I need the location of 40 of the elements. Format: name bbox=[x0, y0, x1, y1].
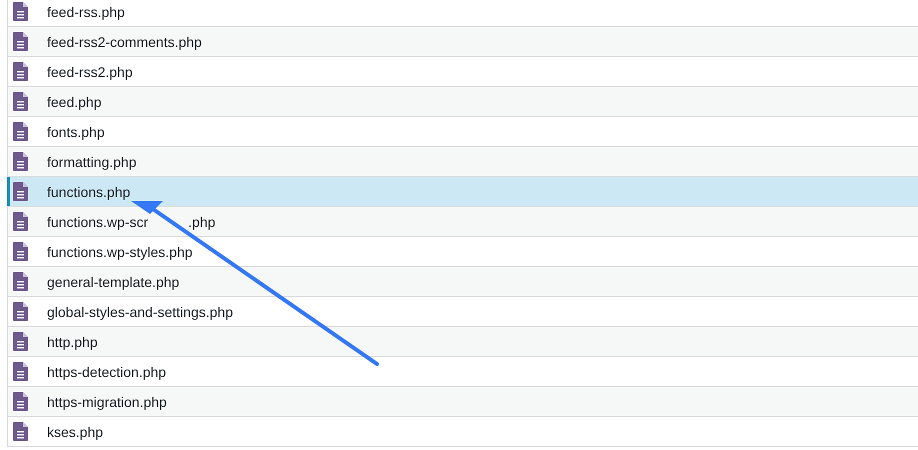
file-row[interactable]: https-migration.php bbox=[8, 387, 918, 417]
file-row[interactable]: feed-rss2-comments.php bbox=[8, 27, 918, 57]
file-name: feed.php bbox=[47, 94, 102, 110]
file-name: functions.php bbox=[47, 184, 130, 200]
file-name: feed-rss2-comments.php bbox=[47, 34, 202, 50]
file-name: functions.wp-scr bbox=[47, 214, 148, 230]
document-icon bbox=[13, 182, 28, 201]
document-icon bbox=[13, 302, 28, 321]
document-icon bbox=[13, 332, 28, 351]
document-icon bbox=[13, 212, 28, 231]
file-name: kses.php bbox=[47, 424, 104, 440]
file-row[interactable]: general-template.php bbox=[8, 267, 918, 297]
document-icon bbox=[13, 2, 28, 21]
file-name-end: .php bbox=[188, 214, 216, 230]
document-icon bbox=[13, 32, 28, 51]
document-icon bbox=[13, 92, 28, 111]
document-icon bbox=[13, 422, 28, 441]
document-icon bbox=[13, 62, 28, 81]
file-row[interactable]: functions.php bbox=[7, 177, 918, 207]
file-name: feed-rss2.php bbox=[47, 64, 133, 80]
file-name: https-detection.php bbox=[47, 364, 166, 380]
file-name: feed-rss.php bbox=[47, 4, 125, 20]
file-row[interactable]: feed.php bbox=[8, 87, 918, 117]
file-name: functions.wp-styles.php bbox=[47, 244, 193, 260]
document-icon bbox=[13, 392, 28, 411]
file-row[interactable]: http.php bbox=[8, 327, 918, 357]
file-row[interactable]: functions.wp-scr .php bbox=[8, 207, 918, 237]
file-name: https-migration.php bbox=[47, 394, 167, 410]
file-name: general-template.php bbox=[47, 274, 180, 290]
document-icon bbox=[13, 122, 28, 141]
document-icon bbox=[13, 362, 28, 381]
document-icon bbox=[13, 152, 28, 171]
document-icon bbox=[13, 272, 28, 291]
file-row[interactable]: feed-rss.php bbox=[8, 0, 918, 27]
file-name: http.php bbox=[47, 334, 98, 350]
file-row[interactable]: formatting.php bbox=[8, 147, 918, 177]
document-icon bbox=[13, 242, 28, 261]
file-name: global-styles-and-settings.php bbox=[47, 304, 233, 320]
file-name: formatting.php bbox=[47, 154, 136, 170]
file-name: fonts.php bbox=[47, 124, 105, 140]
